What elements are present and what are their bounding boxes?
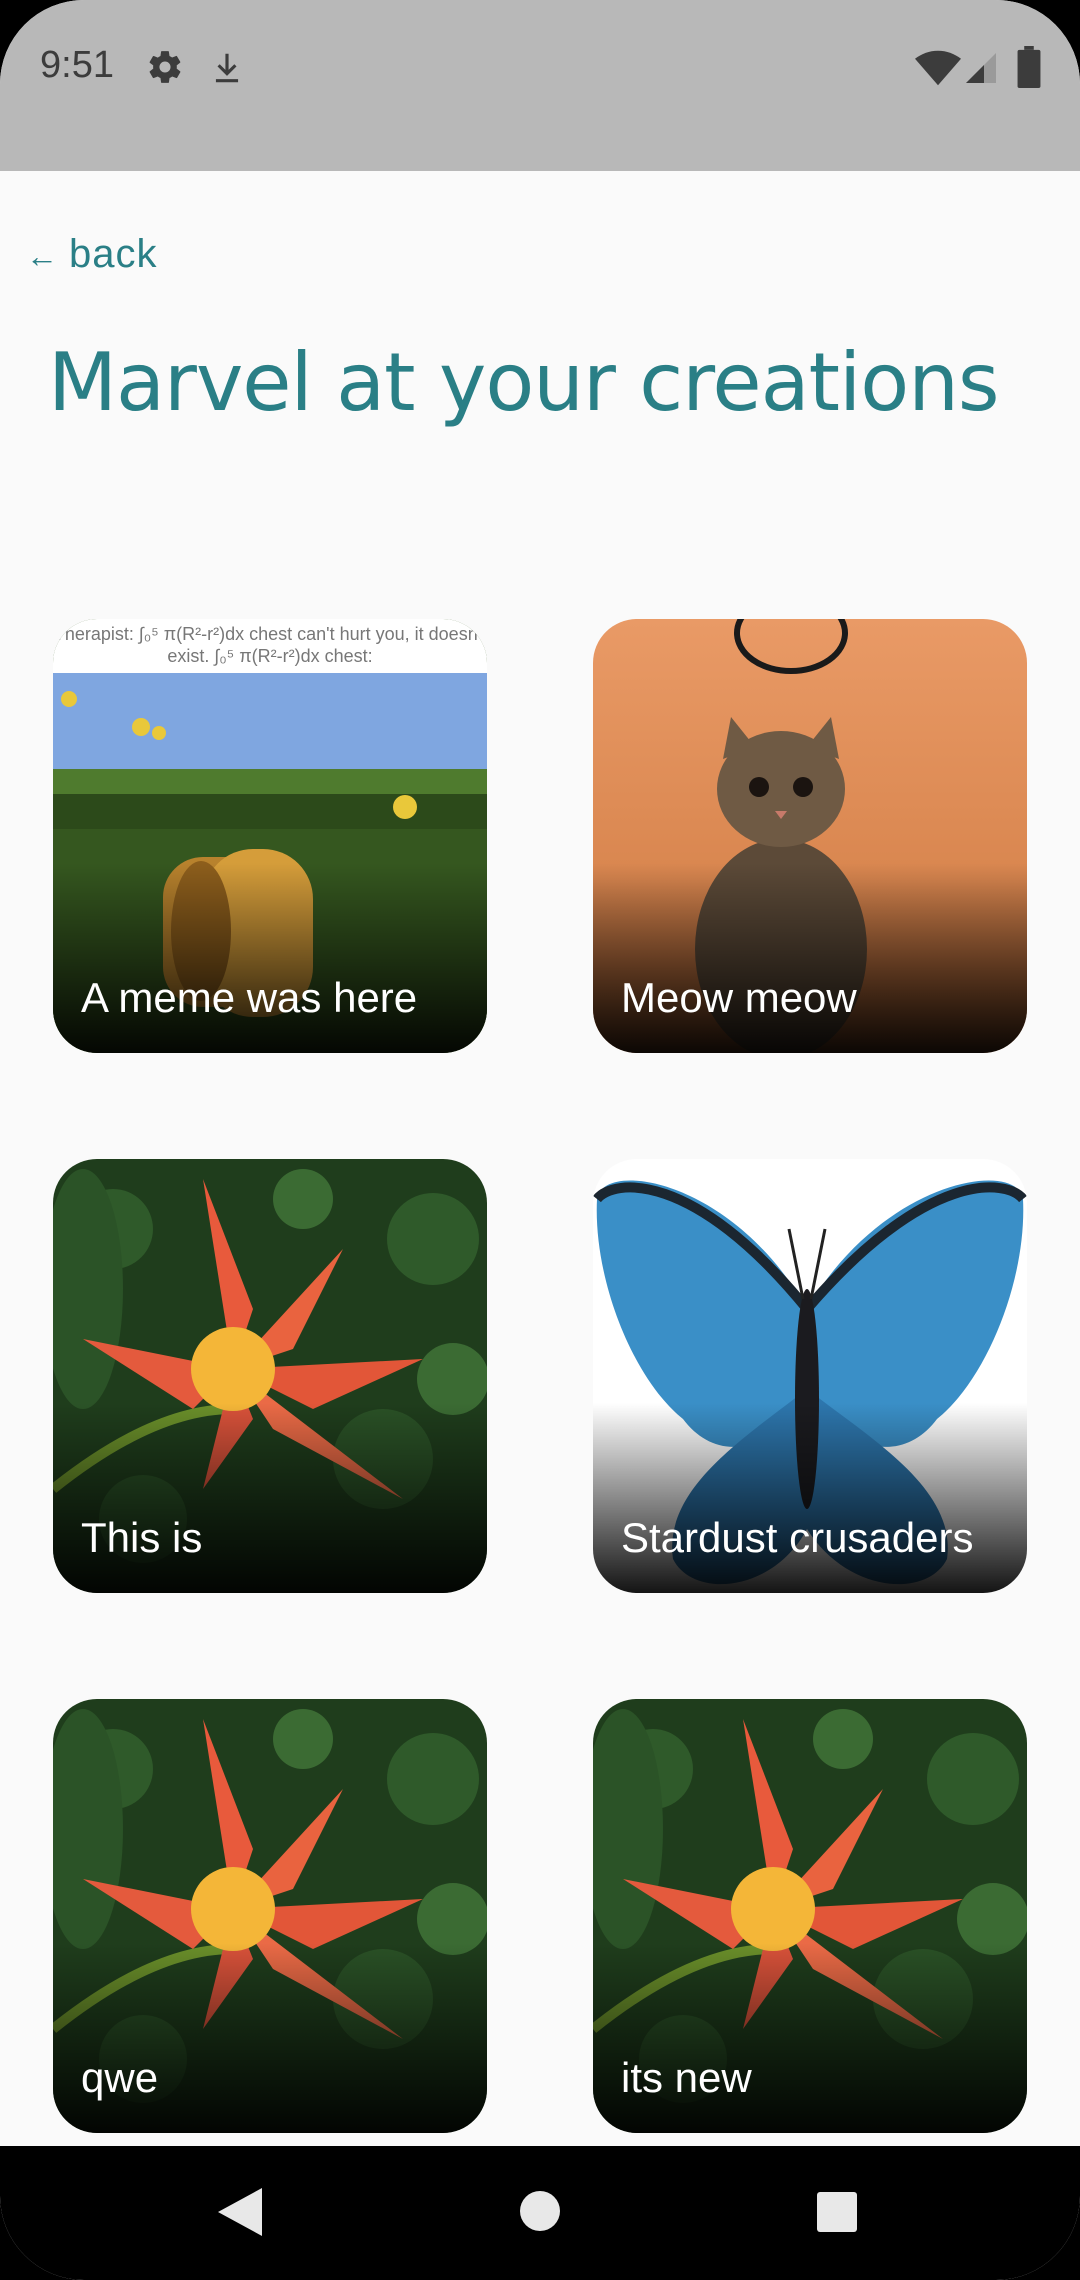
card-title: Meow meow: [621, 974, 857, 1021]
card-title: A meme was here: [81, 974, 418, 1021]
meme-caption: Therapist: ∫₀⁵ π(R²-r²)dx chest can't hu…: [53, 619, 487, 673]
creation-card[interactable]: its new: [593, 1699, 1027, 2133]
home-circle-icon[interactable]: [519, 2190, 561, 2232]
signal-icon: [966, 53, 996, 83]
creation-card[interactable]: qwe: [53, 1699, 487, 2133]
status-bar: 9:51: [0, 0, 1080, 171]
app-screen: 9:51 ← back Marvel at your creations The…: [0, 0, 1080, 2280]
status-time: 9:51: [40, 44, 114, 86]
creation-card[interactable]: This is: [53, 1159, 487, 1593]
creation-card[interactable]: Stardust crusaders: [593, 1159, 1027, 1593]
back-triangle-icon[interactable]: [218, 2188, 262, 2236]
creation-card[interactable]: Therapist: ∫₀⁵ π(R²-r²)dx chest can't hu…: [53, 619, 487, 1053]
gear-icon: [149, 51, 181, 83]
back-label: back: [69, 232, 158, 276]
card-title: Stardust crusaders: [621, 1514, 974, 1561]
back-arrow-icon: ←: [26, 238, 59, 274]
page-title: Marvel at your creations: [48, 336, 1000, 429]
back-link[interactable]: ← back: [26, 232, 158, 277]
battery-icon: [1017, 46, 1041, 88]
card-title: This is: [81, 1514, 203, 1561]
recents-square-icon[interactable]: [817, 2192, 857, 2232]
creation-card[interactable]: Meow meow: [593, 619, 1027, 1053]
download-icon: [215, 53, 239, 83]
navigation-bar: [0, 2146, 1080, 2280]
card-title: its new: [621, 2054, 752, 2101]
card-title: qwe: [81, 2054, 159, 2101]
wifi-icon: [915, 50, 961, 86]
